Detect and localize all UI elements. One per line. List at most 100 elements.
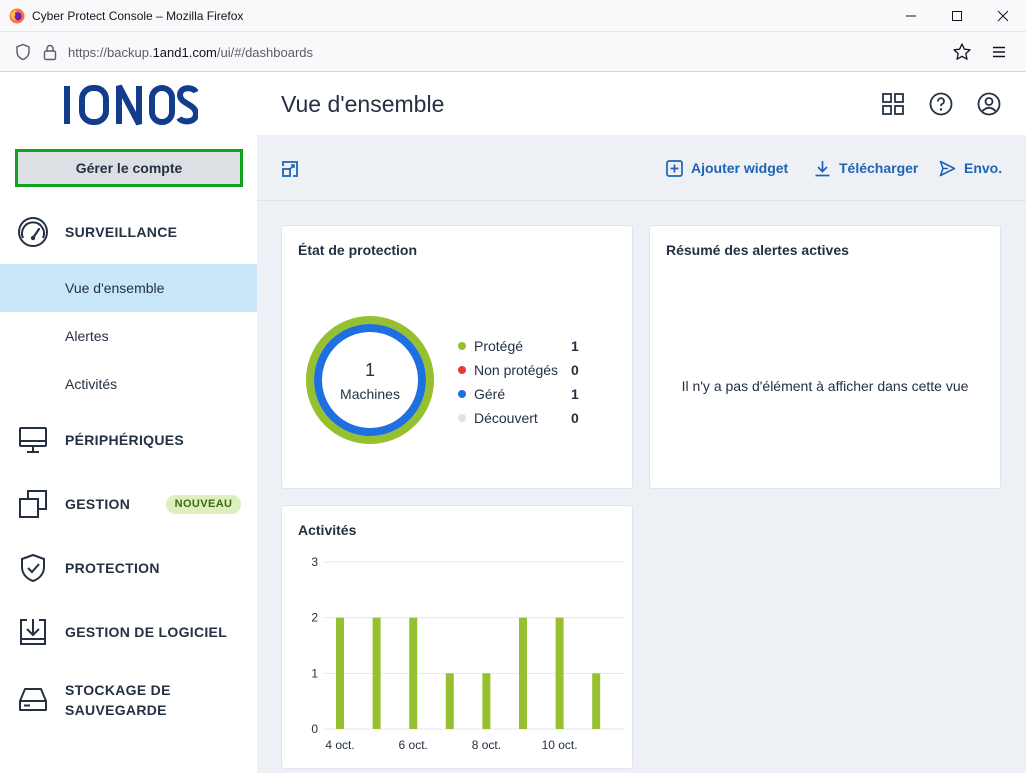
chart-bar [372,617,381,729]
legend-dot-unprotected [458,366,466,374]
gauge-icon [18,217,48,247]
chart-bar [482,673,491,729]
manage-account-button[interactable]: Gérer le compte [15,149,243,187]
legend-dot-protected [458,342,466,350]
help-icon[interactable] [929,92,953,116]
legend-dot-managed [458,390,466,398]
x-tick-label: 4 oct. [325,738,354,752]
download-button[interactable]: Télécharger [814,158,918,178]
nav-devices[interactable]: PÉRIPHÉRIQUES [0,416,257,464]
activities-card: Activités 01234 oct. 6 oct. 8 oct. 10 oct. [281,505,633,769]
legend-value-managed: 1 [571,386,579,402]
ionos-logo[interactable] [62,84,198,126]
url-domain: 1and1.com [152,45,217,60]
minimize-icon [906,15,916,17]
y-tick-label: 1 [311,666,318,680]
legend-value-protected: 1 [571,338,579,354]
protection-status-card: État de protection 1 Machines Protégé 1 … [281,225,633,489]
lock-icon[interactable] [42,43,58,61]
nav-software-management-label: GESTION DE LOGICIEL [65,624,228,640]
download-label: Télécharger [839,160,919,176]
chart-bar [445,673,454,729]
legend-label-protected: Protégé [474,338,524,354]
machines-count: 1 [364,360,375,380]
dashboard-toolbar: Ajouter widget Télécharger Envo. [257,135,1026,201]
tracking-shield-icon[interactable] [14,43,32,61]
x-tick-label: 6 oct. [399,738,428,752]
hamburger-menu-icon[interactable] [990,43,1008,61]
legend-item-protected[interactable]: Protégé 1 [458,336,588,356]
active-alerts-title: Résumé des alertes actives [666,242,849,258]
nav-management-label: GESTION [65,496,131,512]
nav-backup-storage-line1: STOCKAGE DE [65,682,171,698]
y-tick-label: 2 [311,611,318,625]
storage-drive-icon [19,688,47,711]
send-label: Envo. [964,160,1003,176]
minimize-button[interactable] [888,0,934,32]
x-tick-label: 10 oct. [542,738,578,752]
nav-management[interactable]: GESTION NOUVEAU [0,480,257,528]
apps-grid-icon[interactable] [881,92,905,116]
firefox-icon [9,8,25,24]
legend-label-unprotected: Non protégés [474,362,559,378]
page-title: Vue d'ensemble [281,91,445,117]
close-window-button[interactable] [980,0,1026,32]
url-suffix: /ui/#/dashboards [216,45,314,60]
y-tick-label: 0 [311,722,318,736]
legend-value-unprotected: 0 [571,362,579,378]
alerts-empty-message: Il n'y a pas d'élément à afficher dans c… [681,378,969,394]
nav-surveillance[interactable]: SURVEILLANCE [0,208,257,256]
close-icon [997,10,1009,22]
bookmark-star-icon[interactable] [952,42,972,62]
add-widget-button[interactable]: Ajouter widget [666,158,788,178]
legend-value-discovered: 0 [571,410,579,426]
chart-bar [519,617,527,729]
legend-label-managed: Géré [474,386,506,402]
nav-item-overview[interactable]: Vue d'ensemble [0,264,257,312]
url-prefix: https://backup. [68,45,153,60]
legend-item-managed[interactable]: Géré 1 [458,384,588,404]
nav-backup-storage[interactable]: STOCKAGE DE SAUVEGARDE [0,676,257,724]
page-header: Vue d'ensemble [257,72,1026,135]
browser-titlebar: Cyber Protect Console – Mozilla Firefox [0,0,1026,32]
protection-status-title: État de protection [298,242,418,258]
chart-bar [336,617,344,729]
nav-devices-label: PÉRIPHÉRIQUES [65,432,185,448]
browser-urlbar: https://backup.1and1.com/ui/#/dashboards [0,32,1026,72]
nav-protection[interactable]: PROTECTION [0,544,257,592]
x-tick-label: 8 oct. [472,738,501,752]
nav-backup-storage-label: STOCKAGE DE SAUVEGARDE [65,680,171,720]
chart-bar [592,673,601,729]
machines-label: Machines [340,386,400,402]
software-download-icon [20,619,46,645]
shield-check-icon [21,553,45,583]
maximize-button[interactable] [934,0,980,32]
plus-square-icon [666,159,683,177]
monitor-icon [19,427,47,453]
window-title: Cyber Protect Console – Mozilla Firefox [32,9,244,23]
nav-software-management[interactable]: GESTION DE LOGICIEL [0,608,257,656]
add-widget-label: Ajouter widget [691,160,789,176]
legend-item-unprotected[interactable]: Non protégés 0 [458,360,588,380]
active-alerts-card: Résumé des alertes actives Il n'y a pas … [649,225,1001,489]
download-icon [815,160,830,176]
expand-icon[interactable] [281,160,299,178]
legend-item-discovered[interactable]: Découvert 0 [458,408,588,428]
nav-protection-label: PROTECTION [65,560,160,576]
send-icon [939,160,956,176]
chart-bar [555,617,564,729]
maximize-icon [952,11,962,21]
url-field[interactable]: https://backup.1and1.com/ui/#/dashboards [68,45,313,60]
chart-bar [409,617,418,729]
user-account-icon[interactable] [977,92,1001,116]
nav-item-alerts[interactable]: Alertes [0,312,257,360]
send-button[interactable]: Envo. [939,158,1002,178]
legend-label-discovered: Découvert [474,410,538,426]
y-tick-label: 3 [311,555,318,569]
nav-item-activities[interactable]: Activités [0,360,257,408]
new-badge: NOUVEAU [166,494,241,514]
legend-dot-discovered [458,414,466,422]
main-content: Vue d'ensemble Ajouter widget Télécharge… [257,72,1026,773]
stacked-windows-icon [19,490,47,518]
nav-backup-storage-line2: SAUVEGARDE [65,702,167,718]
